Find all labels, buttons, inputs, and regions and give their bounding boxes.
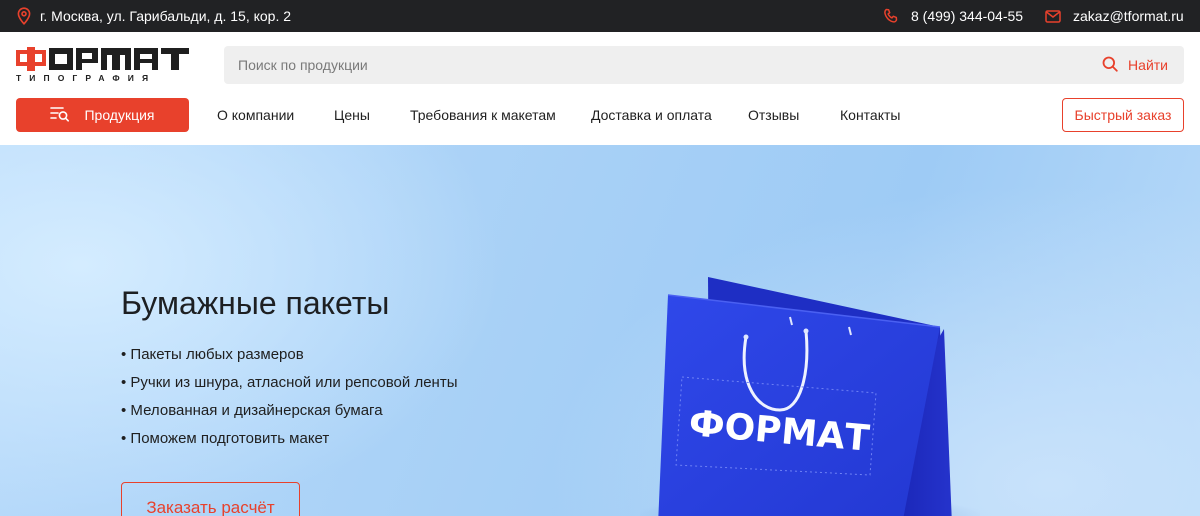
email-text: zakaz@tformat.ru [1073,8,1184,24]
phone-text: 8 (499) 344-04-55 [911,8,1024,24]
search-bar: Найти [224,46,1184,84]
address: г. Москва, ул. Гарибальди, д. 15, кор. 2 [16,0,291,32]
nav-item-requirements[interactable]: Требования к макетам [410,98,556,132]
nav-item-contacts[interactable]: Контакты [840,98,900,132]
phone-link[interactable]: 8 (499) 344-04-55 [883,0,1023,32]
hero-title: Бумажные пакеты [121,285,390,321]
products-button[interactable]: Продукция [16,98,189,132]
quick-order-button[interactable]: Быстрый заказ [1062,98,1184,132]
logo-subtitle: ТИПОГРАФИЯ [16,73,157,83]
email-link[interactable]: zakaz@tformat.ru [1045,0,1184,32]
envelope-icon [1045,9,1061,23]
logo[interactable]: ТИПОГРАФИЯ [16,47,189,83]
products-button-label: Продукция [84,107,155,123]
nav-item-about[interactable]: О компании [217,98,294,132]
search-icon [1102,56,1118,75]
nav-item-delivery[interactable]: Доставка и оплата [591,98,712,132]
hero-bullets: Пакеты любых размеров Ручки из шнура, ат… [121,345,457,457]
search-button[interactable]: Найти [1102,46,1168,84]
search-input[interactable] [238,46,1078,84]
hero-bullet: Пакеты любых размеров [121,345,457,373]
nav-item-reviews[interactable]: Отзывы [748,98,799,132]
logo-wordmark [16,47,189,71]
phone-icon [883,8,899,24]
hero-bullet: Ручки из шнура, атласной или репсовой ле… [121,373,457,401]
top-bar: г. Москва, ул. Гарибальди, д. 15, кор. 2… [0,0,1200,32]
catalog-search-icon [50,106,70,125]
nav-item-prices[interactable]: Цены [334,98,370,132]
hero-bullet: Мелованная и дизайнерская бумага [121,401,457,429]
paper-bag-image: ФОРМАТ [640,277,980,516]
address-text: г. Москва, ул. Гарибальди, д. 15, кор. 2 [40,8,292,24]
order-calculation-button[interactable]: Заказать расчёт [121,482,300,516]
hero-banner: Бумажные пакеты Пакеты любых размеров Ру… [0,145,1200,516]
map-pin-icon [16,7,32,25]
hero-bullet: Поможем подготовить макет [121,429,457,457]
search-button-label: Найти [1128,57,1168,73]
